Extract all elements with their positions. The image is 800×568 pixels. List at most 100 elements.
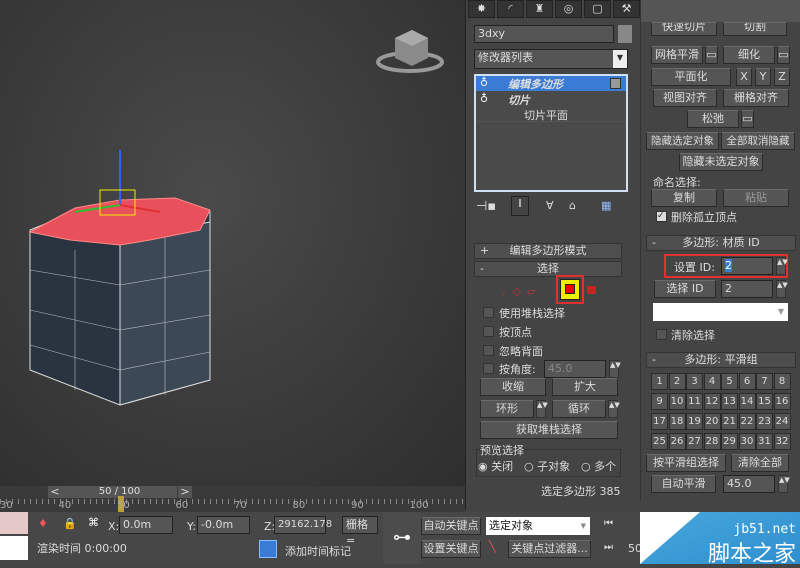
smoothing-group-24[interactable]: 24 — [773, 413, 791, 430]
motion-tab-icon[interactable]: ◎ — [555, 0, 582, 18]
polygon-mode-button[interactable] — [556, 275, 584, 304]
add-time-tag-button[interactable]: 添加时间标记 — [285, 543, 351, 559]
next-frame-button[interactable]: > — [178, 486, 192, 498]
rollout-edit-poly-mode[interactable]: + 编辑多边形模式 — [474, 243, 622, 259]
modify-tab-icon[interactable]: ◜ — [497, 0, 524, 18]
use-stack-checkbox[interactable] — [483, 307, 494, 318]
auto-smooth-input[interactable]: 45.0 — [723, 475, 775, 493]
smoothing-group-14[interactable]: 14 — [738, 393, 756, 410]
loop-spinner[interactable]: ▲▼ — [608, 400, 620, 418]
configure-sets-icon[interactable]: ▦ — [601, 199, 611, 212]
planarize-z-button[interactable]: Z — [774, 68, 790, 86]
select-id-button[interactable]: 选择 ID — [654, 280, 716, 298]
smoothing-group-23[interactable]: 23 — [756, 413, 773, 430]
viewcube[interactable] — [376, 30, 444, 73]
auto-key-button[interactable]: 自动关键点 — [421, 517, 481, 535]
view-align-button[interactable]: 视图对齐 — [653, 89, 717, 107]
make-unique-icon[interactable]: ∀ — [546, 199, 554, 212]
maxscript-input[interactable] — [0, 536, 28, 560]
smoothing-group-20[interactable]: 20 — [703, 413, 721, 430]
set-key-button[interactable]: 设置关键点 — [421, 540, 481, 558]
cut-button[interactable]: 切割 — [723, 22, 787, 36]
smoothing-group-17[interactable]: 17 — [651, 413, 668, 430]
modifier-list-dropdown[interactable]: 修改器列表 ▼ — [474, 49, 628, 69]
smoothing-group-3[interactable]: 3 — [686, 373, 703, 390]
lightbulb-icon[interactable]: ♁ — [480, 92, 488, 105]
maxscript-listener[interactable] — [0, 512, 28, 534]
next-key-icon[interactable]: ⏭ — [604, 542, 613, 553]
go-to-start-icon[interactable]: ⏮ — [604, 518, 613, 529]
delete-isolated-checkbox[interactable]: ✓ — [656, 211, 667, 222]
z-coordinate-input[interactable]: 29162.178 — [274, 516, 332, 534]
get-stack-selection-button[interactable]: 获取堆栈选择 — [480, 421, 618, 439]
lightbulb-icon[interactable]: ♁ — [480, 76, 488, 89]
stack-item-slice[interactable]: 切片 — [476, 92, 626, 107]
unhide-all-button[interactable]: 全部取消隐藏 — [721, 132, 795, 150]
ring-button[interactable]: 环形 — [480, 400, 534, 418]
element-mode-icon[interactable] — [587, 286, 596, 294]
angle-spinner[interactable]: ▲▼ — [609, 360, 621, 378]
set-id-spinner[interactable]: ▲▼ — [776, 257, 788, 275]
loop-button[interactable]: 循环 — [552, 400, 606, 418]
smoothing-group-9[interactable]: 9 — [651, 393, 668, 410]
smoothing-group-27[interactable]: 27 — [686, 433, 703, 450]
smoothing-group-11[interactable]: 11 — [686, 393, 703, 410]
smoothing-group-2[interactable]: 2 — [668, 373, 686, 390]
clear-all-button[interactable]: 清除全部 — [731, 454, 789, 472]
subobject-icons[interactable]: ⸝◇▱ — [501, 284, 541, 299]
stack-item-slice-plane[interactable]: 切片平面 — [476, 107, 626, 122]
smoothing-group-4[interactable]: 4 — [703, 373, 721, 390]
smoothing-group-32[interactable]: 32 — [773, 433, 791, 450]
ignore-backfacing-checkbox[interactable] — [483, 345, 494, 356]
settings-icon[interactable]: ▭ — [705, 46, 718, 64]
quick-slice-button[interactable]: 快速切片 — [651, 22, 717, 36]
timeline[interactable]: < 50 / 100 > 30 40 50 60 70 80 90 100 — [0, 486, 465, 512]
smoothing-group-26[interactable]: 26 — [668, 433, 686, 450]
hierarchy-tab-icon[interactable]: ♜ — [526, 0, 553, 18]
smoothing-group-12[interactable]: 12 — [703, 393, 721, 410]
key-mode-dropdown[interactable]: 选定对象 ▼ — [486, 517, 590, 535]
smoothing-group-28[interactable]: 28 — [703, 433, 721, 450]
stack-toggle[interactable] — [610, 78, 621, 89]
object-color-swatch[interactable] — [618, 25, 632, 43]
smoothing-group-15[interactable]: 15 — [756, 393, 773, 410]
select-by-sg-button[interactable]: 按平滑组选择 — [646, 454, 726, 472]
planarize-y-button[interactable]: Y — [755, 68, 771, 86]
absolute-mode-icon[interactable]: ⌘ — [88, 516, 99, 529]
angle-input[interactable]: 45.0 — [544, 360, 606, 378]
settings-icon[interactable]: ▭ — [777, 46, 790, 64]
pin-stack-icon[interactable]: ⊣▪ — [476, 199, 496, 214]
preview-off-radio[interactable]: ◉ 关闭 — [478, 458, 513, 474]
key-filters-button[interactable]: 关键点过滤器... — [508, 540, 591, 558]
isolate-icon[interactable]: ♦ — [38, 517, 48, 530]
smoothing-group-18[interactable]: 18 — [668, 413, 686, 430]
y-coordinate-input[interactable]: -0.0m — [197, 516, 250, 534]
prev-frame-button[interactable]: < — [48, 486, 62, 498]
hide-selected-button[interactable]: 隐藏选定对象 — [646, 132, 719, 150]
display-tab-icon[interactable]: ▢ — [584, 0, 611, 18]
smoothing-group-21[interactable]: 21 — [721, 413, 738, 430]
smoothing-group-13[interactable]: 13 — [721, 393, 738, 410]
copy-button[interactable]: 复制 — [651, 189, 717, 207]
grow-button[interactable]: 扩大 — [552, 378, 618, 396]
smoothing-group-31[interactable]: 31 — [756, 433, 773, 450]
smoothing-group-30[interactable]: 30 — [738, 433, 756, 450]
set-id-input[interactable]: 2 — [721, 257, 773, 275]
smoothing-group-7[interactable]: 7 — [756, 373, 773, 390]
rollout-smoothing-groups[interactable]: - 多边形: 平滑组 — [646, 352, 796, 368]
stack-item-edit-poly[interactable]: 编辑多边形 — [476, 76, 626, 91]
tessellate-button[interactable]: 细化 — [723, 46, 775, 64]
smoothing-group-10[interactable]: 10 — [668, 393, 686, 410]
smoothing-group-16[interactable]: 16 — [773, 393, 791, 410]
object-name-input[interactable]: 3dxy — [474, 25, 614, 43]
relax-button[interactable]: 松弛 — [687, 110, 739, 128]
select-id-spinner[interactable]: ▲▼ — [776, 280, 788, 298]
smoothing-group-29[interactable]: 29 — [721, 433, 738, 450]
building-model[interactable] — [28, 197, 211, 406]
smoothing-group-5[interactable]: 5 — [721, 373, 738, 390]
remove-modifier-icon[interactable]: ⌂ — [569, 199, 576, 212]
material-name-dropdown[interactable]: ▼ — [653, 303, 788, 321]
lock-icon[interactable]: 🔒 — [63, 517, 77, 530]
shrink-button[interactable]: 收缩 — [480, 378, 546, 396]
hide-unselected-button[interactable]: 隐藏未选定对象 — [679, 153, 763, 171]
